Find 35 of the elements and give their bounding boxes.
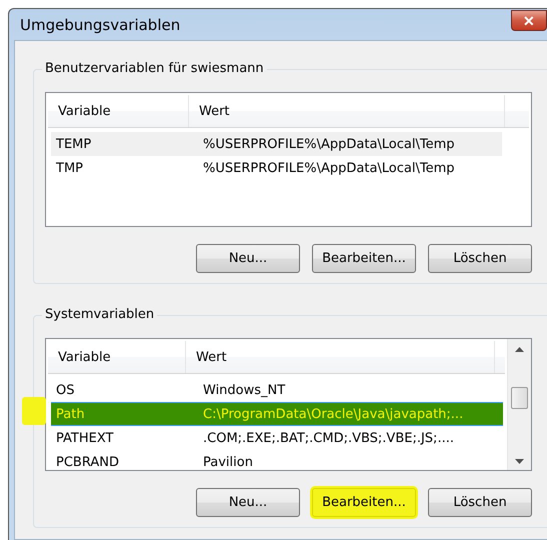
variable-name: TEMP — [55, 136, 92, 152]
variable-value: C:\ProgramData\Oracle\Java\javapath;... — [202, 406, 464, 422]
scroll-up-icon[interactable] — [515, 347, 524, 352]
edit-button[interactable]: Bearbeiten... — [312, 488, 416, 517]
new-button[interactable]: Neu... — [196, 488, 300, 517]
scroll-thumb[interactable] — [511, 387, 528, 409]
variable-row[interactable]: PATHEXT .COM;.EXE;.BAT;.CMD;.VBS;.VBE;.JS;.... — [51, 426, 503, 450]
delete-button[interactable]: Löschen — [428, 244, 532, 273]
column-header[interactable]: Wert — [196, 350, 227, 364]
column-header[interactable]: Wert — [199, 104, 230, 118]
close-button[interactable]: ✕ — [511, 10, 547, 31]
variable-value: Pavilion — [202, 454, 253, 470]
variable-value: %USERPROFILE%\AppData\Local\Temp — [202, 136, 455, 152]
variable-name: PATHEXT — [55, 430, 114, 446]
variable-name: TMP — [55, 160, 84, 176]
column-header[interactable]: Variable — [58, 350, 111, 364]
edit-button[interactable]: Bearbeiten... — [312, 244, 416, 273]
variable-row[interactable]: OS Windows_NT — [51, 378, 503, 402]
delete-button[interactable]: Löschen — [428, 488, 532, 517]
variable-row[interactable]: TMP %USERPROFILE%\AppData\Local\Temp — [51, 156, 502, 180]
group-title: Systemvariablen — [42, 307, 158, 322]
variable-name: PCBRAND — [55, 454, 120, 470]
variable-name: OS — [55, 382, 76, 398]
variable-value: %USERPROFILE%\AppData\Local\Temp — [202, 160, 455, 176]
variable-row[interactable]: PCBRAND Pavilion — [51, 450, 503, 470]
window-title: Umgebungsvariablen — [20, 16, 180, 34]
new-button[interactable]: Neu... — [196, 244, 300, 273]
variable-value: Windows_NT — [202, 382, 286, 398]
column-header[interactable]: Variable — [58, 104, 111, 118]
highlighter-mark — [22, 397, 46, 425]
variable-row[interactable]: TEMP %USERPROFILE%\AppData\Local\Temp — [51, 132, 502, 156]
scrollbar[interactable] — [507, 339, 531, 470]
variable-value: .COM;.EXE;.BAT;.CMD;.VBS;.VBE;.JS;.... — [202, 430, 454, 446]
scroll-down-icon[interactable] — [515, 459, 524, 464]
variable-name: Path — [55, 406, 86, 422]
